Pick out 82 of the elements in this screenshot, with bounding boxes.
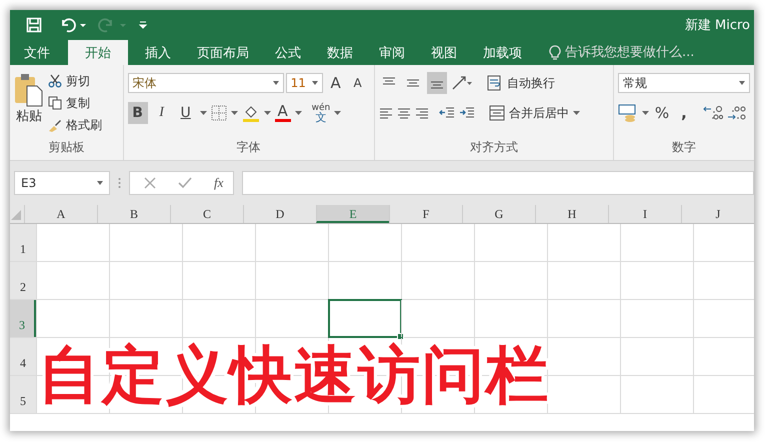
column-header[interactable]: C xyxy=(170,205,243,223)
copy-button[interactable]: 复制 xyxy=(48,93,102,113)
checkmark-icon[interactable] xyxy=(178,177,192,189)
merge-center-button[interactable]: 合并后居中 xyxy=(488,103,569,123)
grow-font-button[interactable]: A xyxy=(326,74,345,92)
row-header[interactable]: 2 xyxy=(10,262,36,299)
column-header[interactable]: E xyxy=(316,205,389,223)
wrap-text-icon xyxy=(486,75,503,91)
window-title: 新建 Micro xyxy=(684,17,750,34)
ribbon-tab[interactable]: 页面布局 xyxy=(184,40,262,65)
dropdown-arrow-icon xyxy=(264,111,271,115)
ribbon-tab[interactable]: 数据 xyxy=(314,40,366,65)
save-icon[interactable] xyxy=(26,17,42,33)
column-header[interactable]: F xyxy=(389,205,462,223)
phonetic-guide-button[interactable]: wén 文 xyxy=(312,103,330,123)
formula-field[interactable] xyxy=(242,171,754,195)
font-style-button[interactable]: B xyxy=(128,102,148,124)
clipboard-icon xyxy=(14,73,44,107)
row-header[interactable]: 3 xyxy=(10,300,36,337)
shrink-font-button[interactable]: A xyxy=(348,76,367,90)
ribbon-tab[interactable]: 插入 xyxy=(132,40,184,65)
dropdown-arrow-icon xyxy=(294,111,302,115)
horizontal-align-icon xyxy=(378,106,393,120)
font-name-dropdown[interactable]: 宋体 xyxy=(128,73,284,93)
format-painter-button[interactable]: 格式刷 xyxy=(48,115,102,135)
currency-format-icon xyxy=(618,104,638,122)
font-style-button[interactable]: I xyxy=(152,102,172,124)
column-header[interactable]: I xyxy=(608,205,681,223)
customize-icon[interactable] xyxy=(138,20,148,30)
ribbon-tab[interactable]: 加载项 xyxy=(470,40,535,65)
increase-decimal-icon xyxy=(727,105,747,121)
selected-cell[interactable] xyxy=(328,299,402,338)
dropdown-arrow-icon xyxy=(200,111,207,115)
column-header[interactable]: J xyxy=(681,205,754,223)
font-color-button[interactable]: A xyxy=(274,104,291,122)
group-label: 剪贴板 xyxy=(47,139,86,156)
ribbon-tab[interactable]: 开始 xyxy=(68,40,128,65)
horizontal-align-icon xyxy=(396,106,411,120)
dropdown-arrow-icon xyxy=(334,111,342,115)
column-header[interactable]: H xyxy=(535,205,608,223)
column-header[interactable]: B xyxy=(97,205,170,223)
vertical-align-button[interactable] xyxy=(426,72,447,94)
ribbon-tab[interactable]: 公式 xyxy=(262,40,314,65)
insert-function-button[interactable]: fx xyxy=(214,175,224,191)
tell-me-field[interactable]: 告诉我您想要做什么... xyxy=(561,40,739,65)
font-size-dropdown[interactable]: 11 xyxy=(286,73,323,93)
group-label: 字体 xyxy=(236,139,262,156)
lightbulb-icon xyxy=(549,44,561,60)
column-header[interactable]: G xyxy=(462,205,535,223)
drag-handle-icon xyxy=(118,177,121,189)
paste-button[interactable]: 粘贴 xyxy=(14,71,44,135)
comma-style-button[interactable]: , xyxy=(675,104,693,122)
dropdown-arrow-icon xyxy=(572,111,580,115)
decrease-indent-icon xyxy=(438,106,455,120)
dropdown-arrow-icon xyxy=(642,111,649,115)
row-header[interactable]: 5 xyxy=(10,376,36,413)
ribbon-tab[interactable]: 审阅 xyxy=(366,40,418,65)
cut-button[interactable]: 剪切 xyxy=(48,71,102,91)
column-header[interactable]: A xyxy=(24,205,97,223)
borders-icon xyxy=(210,105,227,121)
name-box[interactable]: E3 xyxy=(14,171,110,195)
merge-cells-icon xyxy=(488,105,505,121)
group-label: 对齐方式 xyxy=(468,139,519,156)
ribbon-tab[interactable]: 视图 xyxy=(418,40,470,65)
caption-overlay-text: 自定义快速访问栏 xyxy=(38,339,550,411)
text-orientation-icon xyxy=(450,75,473,91)
font-style-button[interactable]: U xyxy=(176,102,196,124)
dropdown-arrow-icon xyxy=(230,111,238,115)
percent-style-button[interactable]: % xyxy=(653,104,671,122)
row-header[interactable]: 1 xyxy=(10,224,36,261)
increase-indent-icon xyxy=(458,106,475,120)
group-label: 数字 xyxy=(671,139,697,156)
copy-icon xyxy=(48,96,62,110)
ribbon-tab[interactable]: 文件 xyxy=(10,40,64,65)
paintbrush-icon xyxy=(48,118,62,132)
decrease-decimal-icon xyxy=(703,105,723,121)
horizontal-align-icon xyxy=(414,106,429,120)
row-header[interactable]: 4 xyxy=(10,338,36,375)
wrap-text-button[interactable]: 自动换行 xyxy=(486,73,555,93)
number-format-dropdown[interactable]: 常规 xyxy=(618,73,750,93)
scissors-icon xyxy=(48,74,62,88)
fill-color-icon xyxy=(242,104,260,122)
